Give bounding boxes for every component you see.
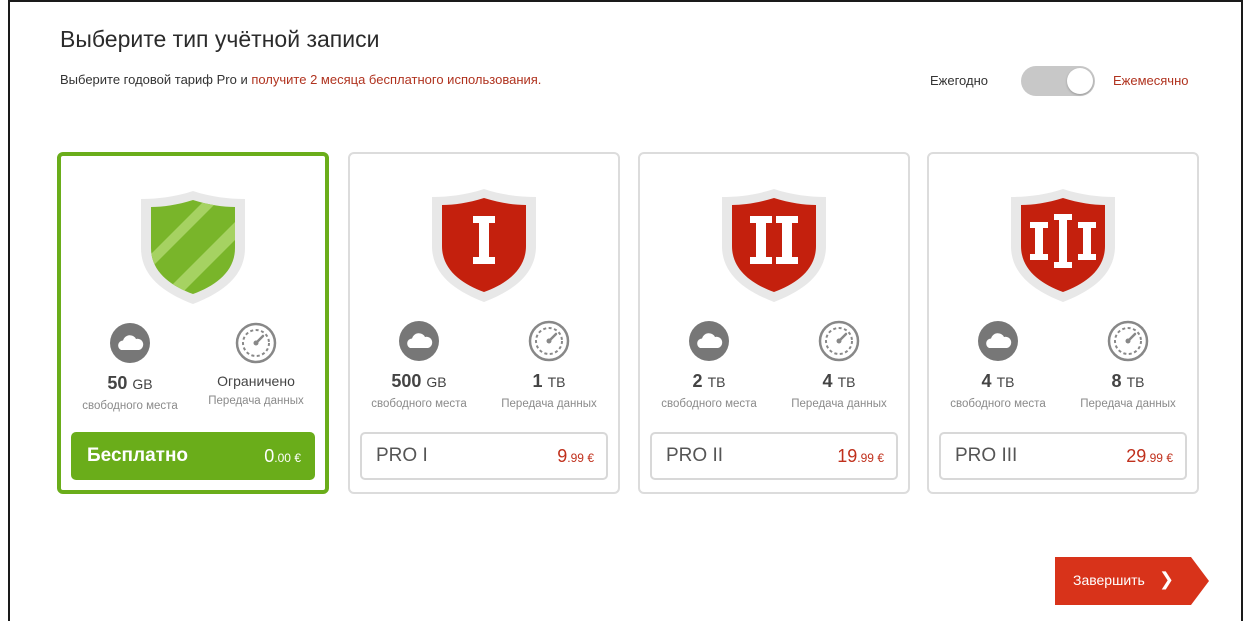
- transfer-value: Ограничено: [217, 373, 295, 389]
- price-small: .99 €: [567, 451, 594, 465]
- plan-price-button-pro-1[interactable]: PRO I 9.99 €: [360, 432, 608, 480]
- storage-desc: свободного места: [950, 398, 1046, 410]
- chevron-right-icon: ❯: [1159, 569, 1175, 589]
- billing-yearly-label[interactable]: Ежегодно: [930, 73, 988, 88]
- plan-name: Бесплатно: [87, 445, 189, 466]
- storage-stat: 50 GB свободного места: [65, 322, 195, 412]
- finish-label: Завершить: [1073, 572, 1145, 588]
- transfer-value: 8: [1111, 371, 1122, 391]
- plan-name: PRO I: [376, 445, 428, 466]
- plan-price: 29.99 €: [1126, 446, 1173, 467]
- price-small: .99 €: [857, 451, 884, 465]
- storage-unit: GB: [132, 376, 153, 392]
- finish-button[interactable]: Завершить ❯: [1055, 557, 1209, 605]
- storage-desc: свободного места: [371, 398, 467, 410]
- transfer-stat: Ограничено Передача данных: [191, 322, 321, 407]
- storage-value: 4: [981, 371, 992, 391]
- transfer-desc: Передача данных: [208, 395, 304, 407]
- speedometer-icon: [528, 320, 570, 362]
- plan-card-pro-3[interactable]: 4 ТВ свободного места 8 ТВ Передача данн…: [927, 152, 1199, 494]
- storage-unit: ТВ: [996, 374, 1015, 390]
- storage-value: 500: [391, 371, 422, 391]
- storage-stat: 500 GB свободного места: [354, 320, 484, 410]
- price-small: .99 €: [1146, 451, 1173, 465]
- billing-monthly-label[interactable]: Ежемесячно: [1113, 73, 1189, 88]
- plan-name: PRO III: [955, 445, 1018, 466]
- storage-desc: свободного места: [661, 398, 757, 410]
- transfer-stat: 8 ТВ Передача данных: [1063, 320, 1193, 410]
- speedometer-icon: [1107, 320, 1149, 362]
- price-main: 19: [837, 446, 858, 466]
- transfer-stat: 1 ТВ Передача данных: [484, 320, 614, 410]
- plan-price: 9.99 €: [557, 446, 594, 467]
- price-main: 0: [264, 446, 275, 466]
- shield-pro-1-icon: [428, 186, 540, 304]
- storage-unit: GB: [426, 374, 447, 390]
- shield-pro-2-icon: [718, 186, 830, 304]
- transfer-unit: ТВ: [547, 374, 566, 390]
- plan-price: 0.00 €: [264, 446, 301, 467]
- transfer-unit: ТВ: [837, 374, 856, 390]
- transfer-unit: ТВ: [1126, 374, 1145, 390]
- storage-stat: 4 ТВ свободного места: [933, 320, 1063, 410]
- storage-value: 50: [107, 373, 128, 393]
- plan-card-free[interactable]: 50 GB свободного места Ограничено Переда…: [57, 152, 329, 494]
- plan-price-button-pro-2[interactable]: PRO II 19.99 €: [650, 432, 898, 480]
- price-small: .00 €: [274, 451, 301, 465]
- transfer-value: 1: [532, 371, 543, 391]
- transfer-desc: Передача данных: [501, 398, 597, 410]
- plan-card-pro-1[interactable]: 500 GB свободного места 1 ТВ Передача да…: [348, 152, 620, 494]
- price-main: 29: [1126, 446, 1147, 466]
- plan-price-button-pro-3[interactable]: PRO III 29.99 €: [939, 432, 1187, 480]
- billing-period-switch: Ежегодно Ежемесячно: [930, 66, 1210, 96]
- storage-desc: свободного места: [82, 400, 178, 412]
- promo-link[interactable]: получите 2 месяца бесплатного использова…: [251, 72, 541, 87]
- transfer-desc: Передача данных: [1080, 398, 1176, 410]
- speedometer-icon: [235, 322, 277, 364]
- transfer-value: 4: [822, 371, 833, 391]
- plan-card-pro-2[interactable]: 2 ТВ свободного места 4 ТВ Передача данн…: [638, 152, 910, 494]
- shield-free-icon: [137, 188, 249, 306]
- cloud-icon: [399, 321, 439, 361]
- billing-toggle[interactable]: [1021, 66, 1095, 96]
- toggle-knob: [1067, 68, 1093, 94]
- speedometer-icon: [818, 320, 860, 362]
- price-main: 9: [557, 446, 568, 466]
- cloud-icon: [110, 323, 150, 363]
- transfer-stat: 4 ТВ Передача данных: [774, 320, 904, 410]
- storage-unit: ТВ: [707, 374, 726, 390]
- storage-stat: 2 ТВ свободного места: [644, 320, 774, 410]
- plan-price: 19.99 €: [837, 446, 884, 467]
- page-title: Выберите тип учётной записи: [60, 26, 380, 52]
- cloud-icon: [978, 321, 1018, 361]
- promo-prefix: Выберите годовой тариф Pro и: [60, 72, 252, 87]
- plan-price-button-free[interactable]: Бесплатно 0.00 €: [71, 432, 315, 480]
- storage-value: 2: [692, 371, 703, 391]
- cloud-icon: [689, 321, 729, 361]
- plan-name: PRO II: [666, 445, 724, 466]
- promo-text: Выберите годовой тариф Pro и получите 2 …: [60, 72, 541, 87]
- transfer-desc: Передача данных: [791, 398, 887, 410]
- shield-pro-3-icon: [1007, 186, 1119, 304]
